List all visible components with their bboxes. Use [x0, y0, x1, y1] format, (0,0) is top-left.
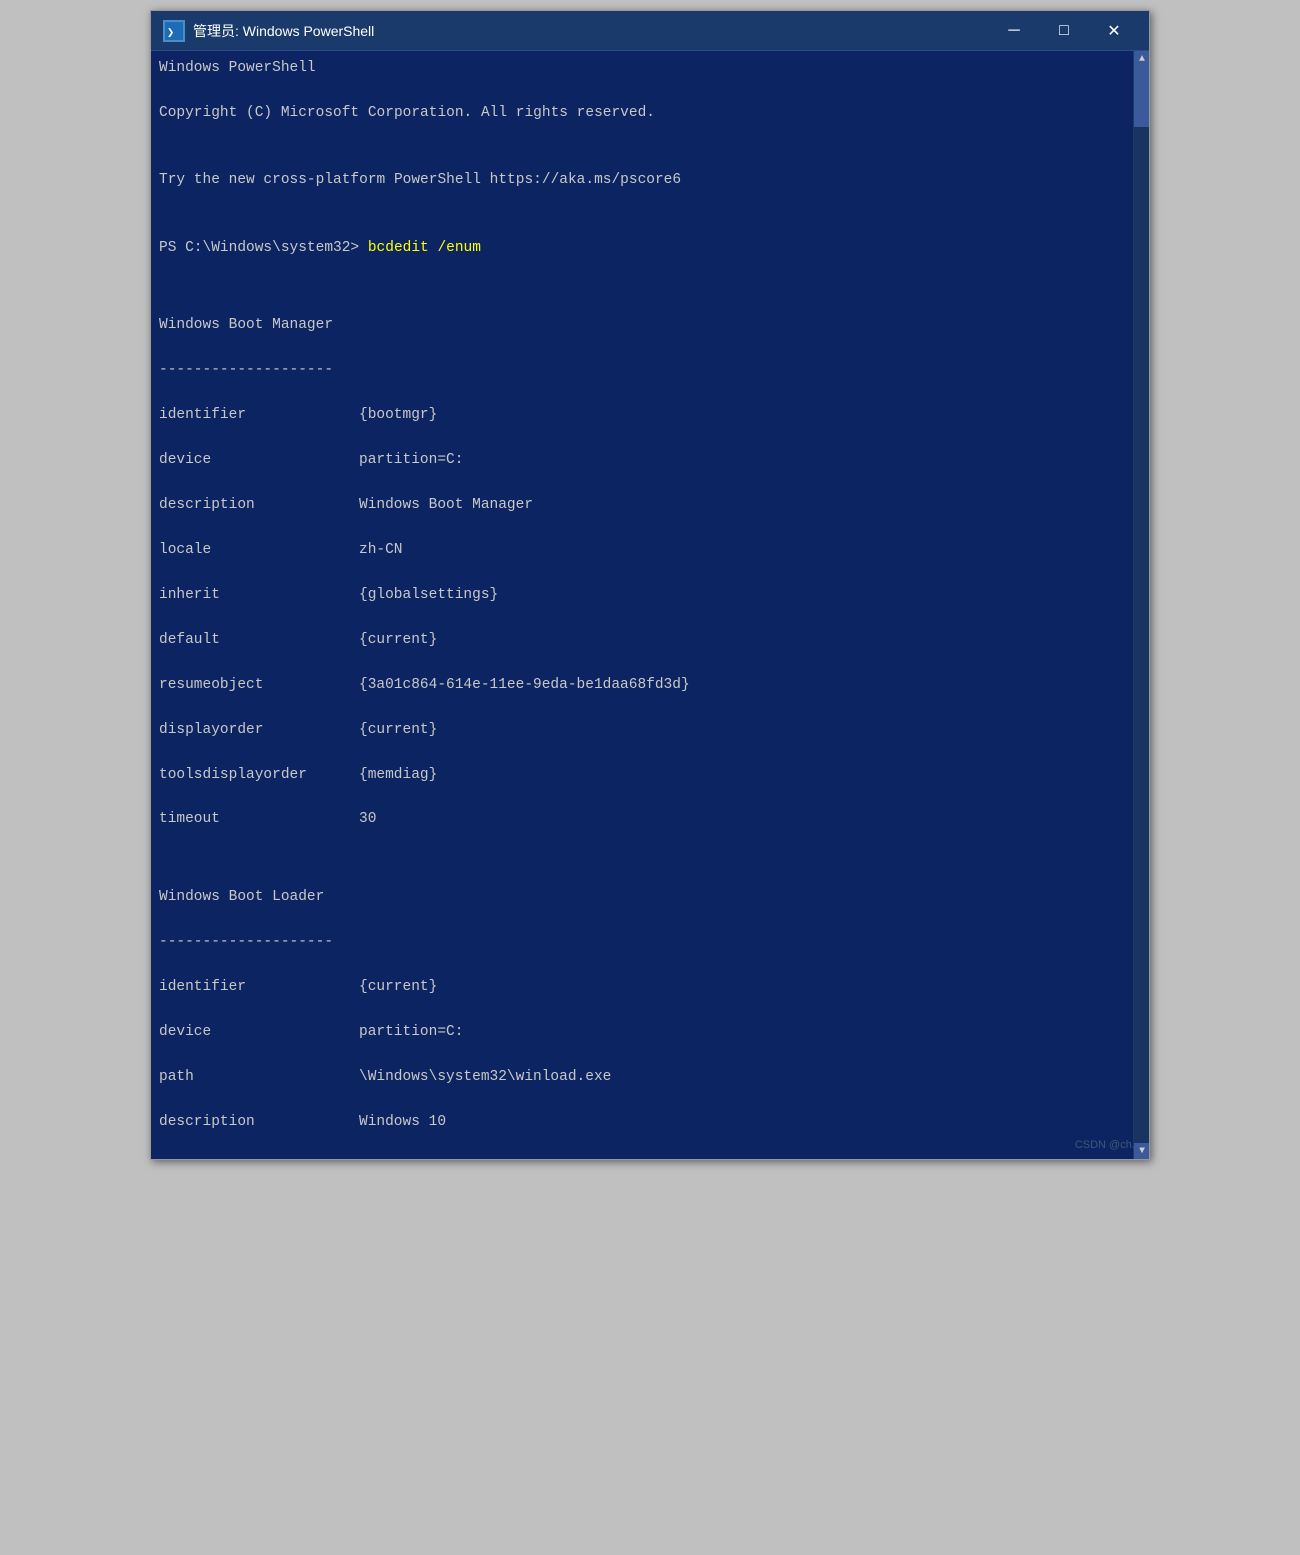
section2-header: Windows Boot Loader: [159, 886, 1125, 908]
row-value: {current}: [359, 632, 437, 648]
table-row: devicepartition=C:: [159, 449, 1125, 471]
table-row: identifier{bootmgr}: [159, 404, 1125, 426]
console-output[interactable]: Windows PowerShell Copyright (C) Microso…: [151, 51, 1133, 1159]
restore-button[interactable]: □: [1041, 16, 1087, 46]
row-key: path: [159, 1066, 359, 1088]
table-row: inherit{globalsettings}: [159, 584, 1125, 606]
row-value: {bootmgr}: [359, 407, 437, 423]
table-row: displayorder{current}: [159, 719, 1125, 741]
row-key: inherit: [159, 584, 359, 606]
table-row: resumeobject{3a01c864-614e-11ee-9eda-be1…: [159, 674, 1125, 696]
minimize-button[interactable]: ─: [991, 16, 1037, 46]
svg-text:❯: ❯: [167, 26, 174, 40]
row-value: partition=C:: [359, 452, 463, 468]
row-value: {3a01c864-614e-11ee-9eda-be1daa68fd3d}: [359, 677, 690, 693]
row-key: displayorder: [159, 719, 359, 741]
scrollbar-track[interactable]: [1134, 67, 1149, 1143]
row-key: toolsdisplayorder: [159, 764, 359, 786]
row-key: identifier: [159, 976, 359, 998]
section2-rows: identifier{current} devicepartition=C: pat…: [159, 976, 1125, 1159]
row-value: {memdiag}: [359, 767, 437, 783]
section1-divider: --------------------: [159, 359, 1125, 381]
row-key: description: [159, 1111, 359, 1133]
row-key: device: [159, 449, 359, 471]
row-value: Windows Boot Manager: [359, 497, 533, 513]
row-value: Windows 10: [359, 1114, 446, 1130]
row-key: resumeobject: [159, 674, 359, 696]
intro-line1: Windows PowerShell: [159, 57, 1125, 79]
row-key: device: [159, 1021, 359, 1043]
row-key: locale: [159, 539, 359, 561]
table-row: localezh-CN: [159, 539, 1125, 561]
scrollbar[interactable]: ▲ ▼: [1133, 51, 1149, 1159]
command1: bcdedit /enum: [368, 240, 481, 256]
app-icon: ❯: [163, 20, 185, 42]
row-key: identifier: [159, 404, 359, 426]
scrollbar-thumb[interactable]: [1134, 67, 1149, 127]
titlebar: ❯ 管理员: Windows PowerShell ─ □ ✕: [151, 11, 1149, 51]
row-value: {current}: [359, 722, 437, 738]
console-area: Windows PowerShell Copyright (C) Microso…: [151, 51, 1149, 1159]
intro-line2: Copyright (C) Microsoft Corporation. All…: [159, 102, 1125, 124]
prompt1: PS C:\Windows\system32>: [159, 240, 368, 256]
window-title: 管理员: Windows PowerShell: [193, 21, 991, 41]
row-value: partition=C:: [359, 1024, 463, 1040]
table-row: descriptionWindows Boot Manager: [159, 494, 1125, 516]
table-row: path\Windows\system32\winload.exe: [159, 1066, 1125, 1088]
row-key: description: [159, 494, 359, 516]
row-value: 30: [359, 811, 376, 827]
row-key: default: [159, 629, 359, 651]
watermark: CSDN @ch...: [1075, 1139, 1141, 1151]
section2-divider: --------------------: [159, 931, 1125, 953]
section1-rows: identifier{bootmgr} devicepartition=C: des…: [159, 404, 1125, 831]
close-button[interactable]: ✕: [1091, 16, 1137, 46]
row-value: zh-CN: [359, 1159, 403, 1160]
powershell-window: ❯ 管理员: Windows PowerShell ─ □ ✕ Windows …: [150, 10, 1150, 1160]
table-row: localezh-CN: [159, 1156, 1125, 1160]
table-row: default{current}: [159, 629, 1125, 651]
row-value: {current}: [359, 979, 437, 995]
row-key: timeout: [159, 808, 359, 830]
window-controls: ─ □ ✕: [991, 16, 1137, 46]
row-value: zh-CN: [359, 542, 403, 558]
scroll-up-button[interactable]: ▲: [1134, 51, 1149, 67]
row-value: \Windows\system32\winload.exe: [359, 1069, 611, 1085]
table-row: descriptionWindows 10: [159, 1111, 1125, 1133]
table-row: timeout30: [159, 808, 1125, 830]
intro-line4: Try the new cross-platform PowerShell ht…: [159, 169, 1125, 191]
table-row: devicepartition=C:: [159, 1021, 1125, 1043]
section1-header: Windows Boot Manager: [159, 314, 1125, 336]
table-row: toolsdisplayorder{memdiag}: [159, 764, 1125, 786]
prompt-line1: PS C:\Windows\system32> bcdedit /enum: [159, 237, 1125, 259]
row-value: {globalsettings}: [359, 587, 498, 603]
row-key: locale: [159, 1156, 359, 1160]
table-row: identifier{current}: [159, 976, 1125, 998]
